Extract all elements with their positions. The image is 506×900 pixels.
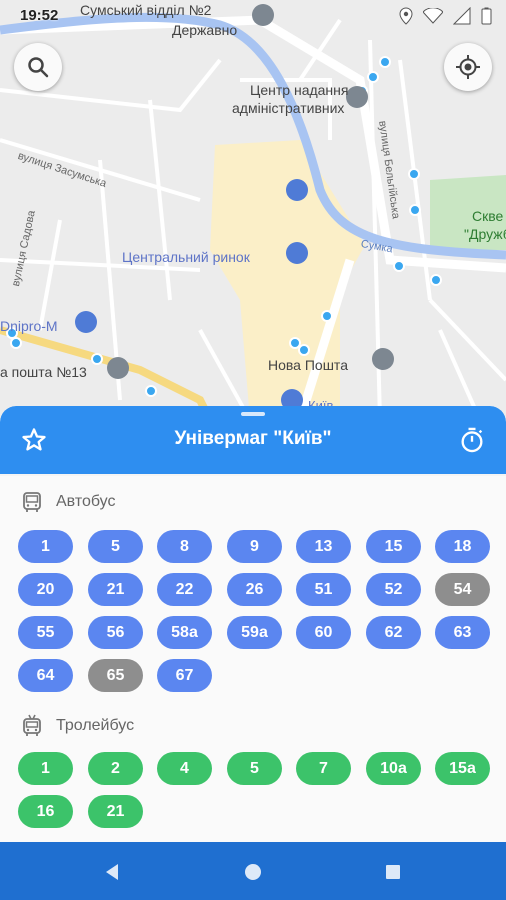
trolleybus-route-chip[interactable]: 1 [18, 752, 73, 785]
bus-route-chip[interactable]: 52 [366, 573, 421, 606]
trolleybus-route-chip[interactable]: 16 [18, 795, 73, 828]
bus-route-chip[interactable]: 9 [227, 530, 282, 563]
map-poi-label[interactable]: Нова Пошта [268, 357, 348, 373]
trolleybus-route-chip[interactable]: 10а [366, 752, 421, 785]
bus-route-chip[interactable]: 55 [18, 616, 73, 649]
bus-section-label: Автобус [56, 493, 116, 510]
signal-icon [453, 7, 471, 25]
trolleybus-route-chip[interactable]: 5 [227, 752, 282, 785]
system-nav-bar [0, 842, 506, 900]
bus-route-chip[interactable]: 18 [435, 530, 490, 563]
trolleybus-route-chip[interactable]: 2 [88, 752, 143, 785]
bus-route-chip[interactable]: 67 [157, 659, 212, 692]
bus-route-chip[interactable]: 1 [18, 530, 73, 563]
routes-card: Автобус 1 5 8 9 13 15 18 20 21 22 26 51 52 54 55 56 58а 5… [0, 476, 506, 842]
nav-home-button[interactable] [241, 860, 265, 884]
status-bar: 19:52 [0, 0, 506, 32]
bus-route-chip[interactable]: 62 [366, 616, 421, 649]
bus-route-chip[interactable]: 59а [227, 616, 282, 649]
map-park-label: Скве [472, 208, 504, 224]
nav-recents-button[interactable] [381, 860, 405, 884]
map-poi-label[interactable]: Центральний ринок [122, 249, 250, 265]
bus-route-chip[interactable]: 15 [366, 530, 421, 563]
bus-route-chip[interactable]: 60 [296, 616, 351, 649]
map-label: Центр надання [250, 82, 349, 98]
map-poi-label[interactable]: Dnipro-M [0, 318, 58, 334]
recents-square-icon [386, 865, 400, 879]
my-location-icon [456, 55, 480, 79]
search-icon [28, 57, 49, 78]
map-label: адміністративних [232, 100, 345, 116]
bus-route-chip[interactable]: 58а [157, 616, 212, 649]
bus-section-header: Автобус [20, 490, 116, 514]
nav-back-button[interactable] [100, 860, 124, 884]
search-button[interactable] [14, 43, 62, 91]
timer-button[interactable] [458, 426, 486, 454]
bus-route-chip[interactable]: 13 [296, 530, 351, 563]
stop-title: Універмаг "Київ" [174, 428, 332, 449]
trolleybus-icon [23, 714, 41, 736]
trolleybus-route-chip[interactable]: 4 [157, 752, 212, 785]
bus-route-chip[interactable]: 63 [435, 616, 490, 649]
map-park-label: "Дружб [464, 226, 506, 242]
trolleybus-section-header: Тролейбус [20, 714, 134, 738]
home-circle-icon [245, 864, 261, 880]
trolleybus-section-label: Тролейбус [56, 717, 135, 734]
sheet-header[interactable]: Універмаг "Київ" [0, 406, 506, 474]
bus-route-chip[interactable]: 5 [88, 530, 143, 563]
back-triangle-icon [106, 864, 118, 880]
my-location-button[interactable] [444, 43, 492, 91]
bus-icon [23, 492, 41, 512]
battery-icon [481, 7, 492, 25]
bus-route-chip[interactable]: 56 [88, 616, 143, 649]
bus-route-chip[interactable]: 54 [435, 573, 490, 606]
trolleybus-route-chip[interactable]: 15а [435, 752, 490, 785]
bus-route-chip[interactable]: 26 [227, 573, 282, 606]
bus-route-chip[interactable]: 20 [18, 573, 73, 606]
drag-handle[interactable] [241, 412, 265, 416]
map-view[interactable]: Сумський відділ №2 Державно Центр наданн… [0, 0, 506, 420]
timer-icon [461, 427, 483, 453]
bus-route-chip[interactable]: 22 [157, 573, 212, 606]
location-icon [399, 7, 413, 25]
stop-bottom-sheet[interactable]: Універмаг "Київ" Автобус 1 5 8 9 13 15 18 20 21 2… [0, 406, 506, 842]
map-poi-label[interactable]: а пошта №13 [0, 364, 87, 380]
trolleybus-route-chip[interactable]: 7 [296, 752, 351, 785]
bus-route-chip[interactable]: 51 [296, 573, 351, 606]
bus-route-chip[interactable]: 64 [18, 659, 73, 692]
wifi-icon [423, 8, 443, 24]
trolleybus-route-chip[interactable]: 21 [88, 795, 143, 828]
bus-route-chip[interactable]: 21 [88, 573, 143, 606]
map-canvas [0, 0, 506, 420]
bus-route-chip[interactable]: 65 [88, 659, 143, 692]
bus-route-chip[interactable]: 8 [157, 530, 212, 563]
status-time: 19:52 [20, 7, 59, 24]
